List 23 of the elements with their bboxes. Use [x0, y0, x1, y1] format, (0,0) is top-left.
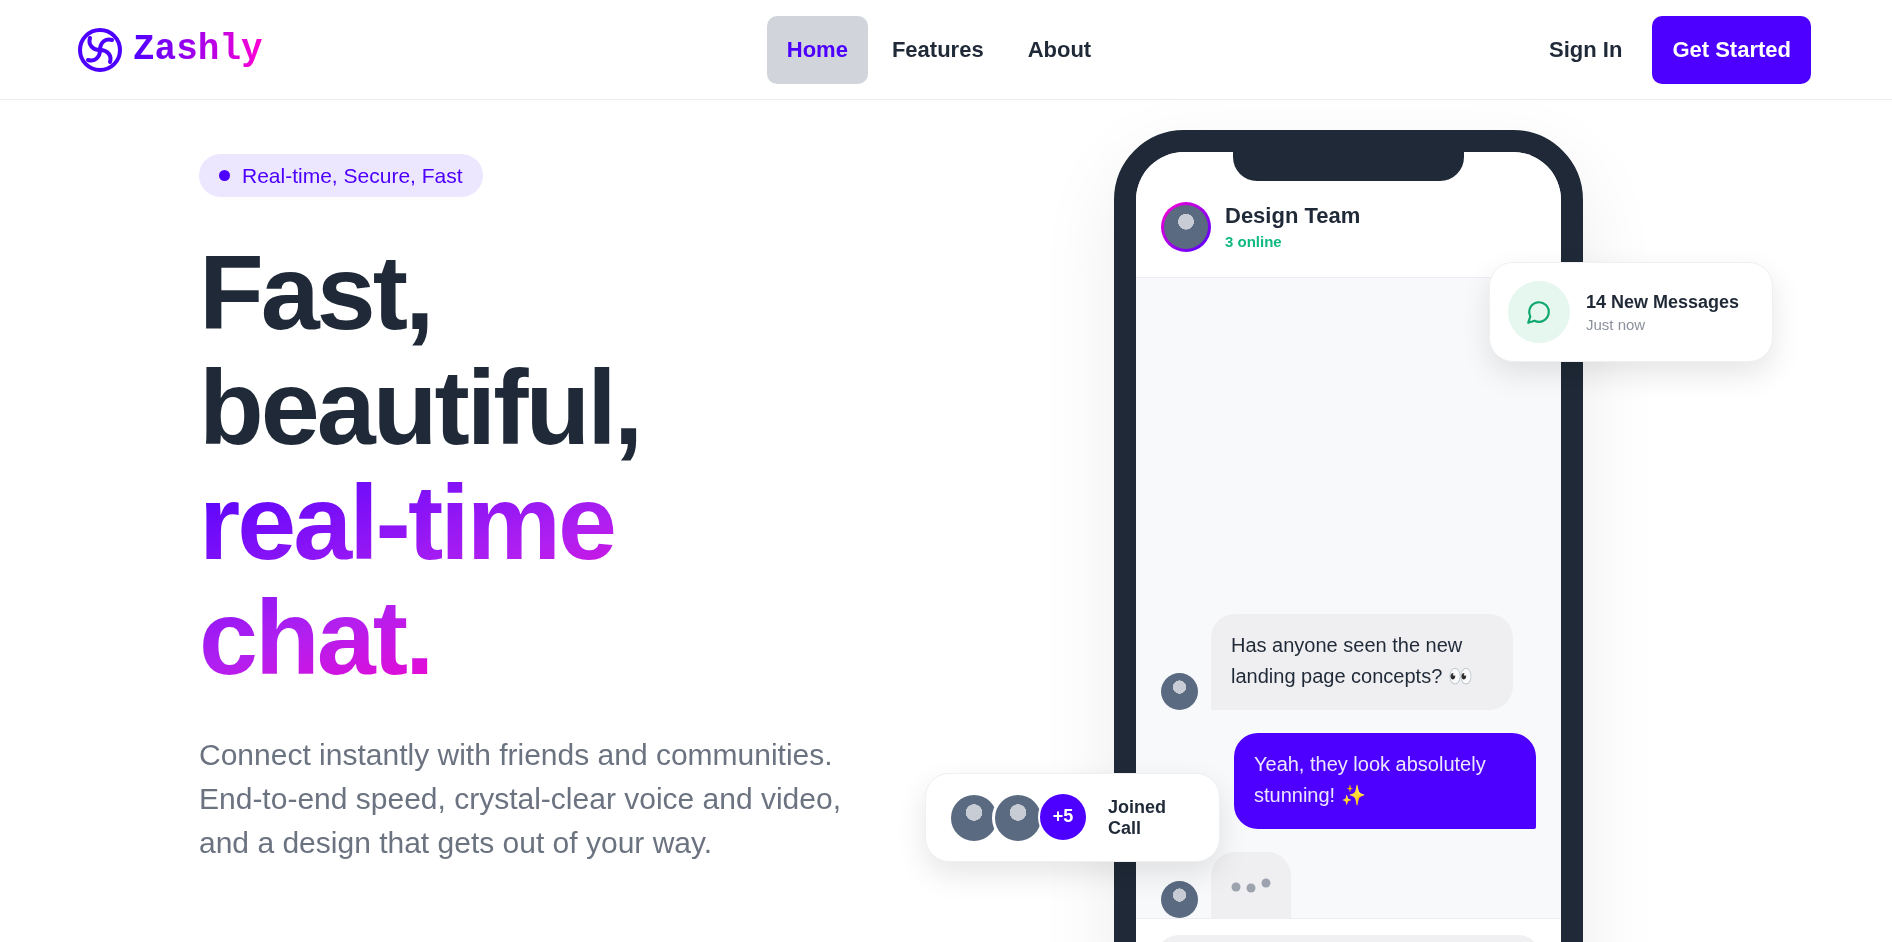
- nav-link[interactable]: Features: [871, 15, 1004, 84]
- chat-title: Design Team: [1225, 203, 1361, 229]
- message-bubble: Has anyone seen the new landing page concepts? 👀: [1211, 614, 1513, 710]
- online-status: 3 online: [1225, 233, 1283, 250]
- nav-link[interactable]: About: [1007, 15, 1112, 84]
- swirl-logo-icon: [77, 26, 123, 73]
- get-started-button[interactable]: Get Started: [1652, 15, 1811, 84]
- message-bubble: Yeah, they look absolutely stunning! ✨: [1234, 733, 1536, 829]
- sign-in-link[interactable]: Sign In: [1549, 36, 1623, 63]
- extra-count: +5: [1038, 791, 1088, 842]
- hero-description: Connect instantly with friends and communities. End-to-end speed, crystal-clear voice and video, and a design that gets out of your way.: [199, 737, 842, 861]
- dot-icon: [219, 170, 230, 181]
- brand-name: Zashly: [133, 29, 263, 70]
- avatar: [1161, 673, 1198, 710]
- nav-link[interactable]: Home: [766, 15, 868, 84]
- notification-title: 14 New Messages: [1586, 291, 1740, 313]
- badge-text: Real-time, Secure, Fast: [242, 163, 463, 188]
- avatar-ring: [1161, 201, 1211, 252]
- call-label: Joined Call: [1108, 796, 1167, 839]
- typing-dots-icon: [1231, 877, 1271, 893]
- avatar: [1161, 881, 1198, 918]
- chat-bubble-icon: [1526, 299, 1552, 325]
- notification-time: Just now: [1586, 315, 1647, 333]
